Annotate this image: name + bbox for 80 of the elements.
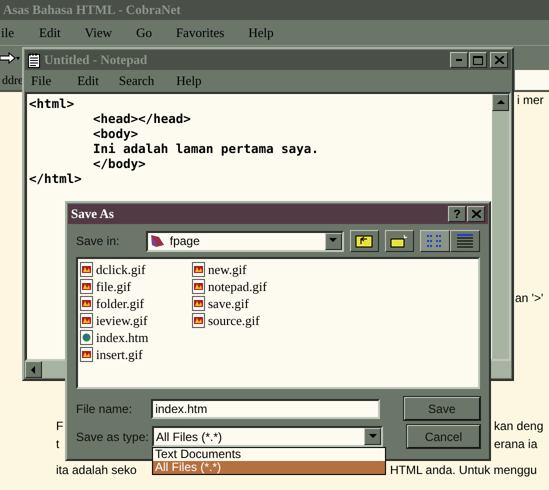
help-button[interactable]: ? bbox=[448, 206, 466, 222]
file-entry[interactable]: ieview.gif bbox=[80, 312, 148, 329]
page-text: F bbox=[56, 419, 64, 433]
close-icon bbox=[494, 56, 504, 64]
details-view-icon bbox=[456, 234, 474, 248]
new-folder-icon bbox=[390, 234, 408, 248]
file-list[interactable]: dclick.gif file.gif folder.gif ieview.gif index.htm insert.gif new.gif notepad.gif save.gif source.gif bbox=[76, 257, 480, 389]
menu-item[interactable]: Help bbox=[176, 73, 202, 89]
web-file-icon bbox=[80, 330, 93, 345]
maximize-button[interactable] bbox=[469, 52, 487, 68]
save-button[interactable]: Save bbox=[404, 397, 480, 420]
file-entry[interactable]: folder.gif bbox=[80, 295, 144, 312]
minimize-button[interactable] bbox=[450, 52, 468, 68]
file-entry[interactable]: file.gif bbox=[80, 278, 132, 295]
menu-item[interactable]: Edit bbox=[77, 73, 99, 89]
close-icon bbox=[472, 210, 480, 218]
menu-item[interactable]: File bbox=[25, 73, 58, 89]
image-file-icon bbox=[80, 279, 93, 294]
image-file-icon bbox=[80, 262, 93, 277]
file-name-field[interactable]: index.htm bbox=[151, 398, 380, 418]
save-in-label: Save in: bbox=[76, 234, 120, 248]
vertical-scrollbar[interactable] bbox=[492, 94, 509, 359]
file-entry[interactable]: insert.gif bbox=[80, 346, 143, 363]
window-title: Asas Bahasa HTML - CobraNet bbox=[3, 2, 181, 18]
file-type-dropdown[interactable]: All Files (*.*) bbox=[152, 426, 383, 447]
maximize-icon bbox=[473, 56, 483, 64]
close-button[interactable] bbox=[490, 52, 508, 68]
back-arrow-icon[interactable] bbox=[0, 52, 20, 64]
list-view-button[interactable] bbox=[420, 230, 450, 252]
menu-item[interactable]: Edit bbox=[27, 24, 73, 40]
image-file-icon bbox=[192, 262, 205, 277]
code-line: <body> bbox=[92, 126, 140, 141]
file-entry[interactable]: dclick.gif bbox=[80, 261, 146, 278]
close-button[interactable] bbox=[467, 206, 485, 222]
code-line: Ini adalah laman pertama saya. bbox=[92, 141, 320, 156]
notepad-icon bbox=[28, 52, 40, 68]
file-entry[interactable]: source.gif bbox=[192, 312, 260, 329]
dropdown-option[interactable]: All Files (*.*) bbox=[153, 461, 385, 474]
code-line: </body> bbox=[92, 156, 147, 171]
up-folder-button[interactable] bbox=[350, 230, 379, 252]
minimize-icon bbox=[456, 59, 462, 61]
address-field[interactable] bbox=[515, 70, 549, 90]
page-text: HTML anda. Untuk menggu bbox=[390, 463, 537, 477]
menu-item[interactable]: View bbox=[72, 24, 124, 40]
page-text: ita adalah seko bbox=[56, 463, 137, 477]
image-file-icon bbox=[192, 296, 205, 311]
folder-dropdown[interactable]: fpage bbox=[146, 230, 344, 252]
file-entry[interactable]: new.gif bbox=[192, 261, 247, 278]
file-entry[interactable]: save.gif bbox=[192, 295, 249, 312]
menu-item[interactable]: Search bbox=[118, 73, 154, 89]
address-label: ddre bbox=[2, 72, 24, 88]
file-name-label: File name: bbox=[76, 402, 134, 416]
window-title: Untitled - Notepad bbox=[44, 52, 148, 68]
code-line: <html> bbox=[29, 96, 76, 111]
page-text: kan deng bbox=[494, 419, 544, 433]
image-file-icon bbox=[192, 313, 205, 328]
image-file-icon bbox=[192, 279, 205, 294]
file-entry[interactable]: notepad.gif bbox=[192, 278, 267, 295]
dialog-title: Save As bbox=[71, 206, 114, 222]
page-text: i mer bbox=[517, 93, 544, 107]
new-folder-button[interactable] bbox=[384, 230, 414, 252]
page-text: an '>' bbox=[515, 291, 544, 305]
menu-item[interactable]: ile bbox=[0, 24, 15, 40]
file-entry[interactable]: index.htm bbox=[80, 329, 148, 346]
up-folder-icon bbox=[355, 234, 374, 248]
folder-icon bbox=[150, 233, 166, 249]
image-file-icon bbox=[80, 347, 93, 362]
dropdown-option[interactable]: Text Documents bbox=[153, 448, 385, 461]
image-file-icon bbox=[80, 313, 93, 328]
code-line: </html> bbox=[29, 171, 83, 186]
page-text: t bbox=[56, 437, 60, 451]
cancel-button[interactable]: Cancel bbox=[407, 425, 480, 448]
code-line: <head></head> bbox=[92, 111, 192, 126]
menu-item[interactable]: Go bbox=[124, 24, 164, 40]
details-view-button[interactable] bbox=[450, 230, 480, 252]
menu-item[interactable]: Help bbox=[236, 24, 286, 40]
image-file-icon bbox=[80, 296, 93, 311]
page-text: erana ia bbox=[494, 437, 538, 451]
menu-item[interactable]: Favorites bbox=[164, 24, 236, 40]
save-as-type-label: Save as type: bbox=[76, 430, 146, 444]
